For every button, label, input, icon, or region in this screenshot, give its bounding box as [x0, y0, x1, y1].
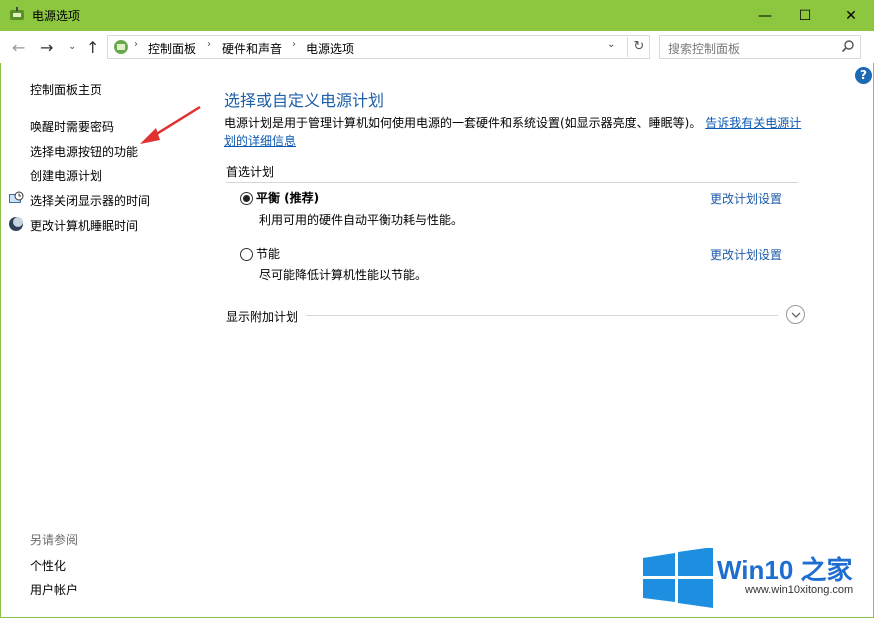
- control-panel-icon: [114, 40, 128, 54]
- window-frame: [0, 0, 874, 618]
- forward-button[interactable]: →: [40, 38, 53, 57]
- plan-saver-name[interactable]: 节能: [256, 245, 280, 262]
- see-also-personalization[interactable]: 个性化: [30, 557, 66, 574]
- search-placeholder: 搜索控制面板: [668, 42, 741, 56]
- power-options-icon: [10, 7, 24, 20]
- breadcrumb-chevron-icon: ›: [134, 39, 138, 50]
- page-description: 电源计划是用于管理计算机如何使用电源的一套硬件和系统设置(如显示器亮度、睡眠等)…: [224, 114, 802, 150]
- learn-more-link[interactable]: 告诉我有关电源计: [705, 116, 801, 130]
- sidebar-item-wake-password[interactable]: 唤醒时需要密码: [30, 118, 114, 135]
- up-button[interactable]: ↑: [86, 38, 99, 57]
- moon-icon: [9, 217, 23, 231]
- see-also-user-accounts[interactable]: 用户帐户: [30, 581, 78, 598]
- title-bar[interactable]: 电源选项 — ☐ ✕: [0, 0, 874, 31]
- divider: [226, 182, 798, 183]
- breadcrumb-item[interactable]: 控制面板: [148, 40, 196, 57]
- breadcrumb-chevron-icon: ›: [207, 39, 211, 50]
- sidebar-item-create-plan[interactable]: 创建电源计划: [30, 167, 102, 184]
- plan-balanced-radio[interactable]: [240, 192, 253, 205]
- watermark-brand: Win10 之家: [717, 555, 853, 585]
- plan-balanced-settings-link[interactable]: 更改计划设置: [710, 190, 782, 207]
- see-also-title: 另请参阅: [30, 533, 79, 547]
- sidebar-item-home[interactable]: 控制面板主页: [30, 81, 102, 98]
- plan-saver-settings-link[interactable]: 更改计划设置: [710, 246, 782, 263]
- refresh-button[interactable]: ↻: [627, 37, 650, 57]
- plan-balanced-name[interactable]: 平衡 (推荐): [256, 189, 319, 206]
- search-icon[interactable]: [841, 39, 855, 53]
- divider: [306, 315, 778, 316]
- sidebar-item-sleep-time[interactable]: 更改计算机睡眠时间: [30, 217, 138, 234]
- back-button[interactable]: ←: [12, 38, 25, 57]
- preferred-plans-label: 首选计划: [226, 165, 275, 179]
- address-bar[interactable]: › 控制面板 › 硬件和声音 › 电源选项 ⌄ ↻: [107, 35, 650, 59]
- expand-chevron-button[interactable]: [786, 305, 805, 324]
- maximize-button[interactable]: ☐: [782, 0, 828, 31]
- description-text: 电源计划是用于管理计算机如何使用电源的一套硬件和系统设置(如显示器亮度、睡眠等)…: [224, 116, 702, 130]
- plan-saver-radio[interactable]: [240, 248, 253, 261]
- help-icon[interactable]: ?: [855, 67, 872, 84]
- monitor-clock-icon: [9, 191, 24, 203]
- breadcrumb-item[interactable]: 电源选项: [306, 40, 354, 57]
- recent-locations-icon[interactable]: ⌄: [68, 41, 76, 52]
- page-title: 选择或自定义电源计划: [224, 91, 385, 110]
- sidebar-item-power-buttons[interactable]: 选择电源按钮的功能: [30, 143, 138, 160]
- watermark-url: www.win10xitong.com: [745, 584, 854, 596]
- annotation-arrow: [140, 105, 201, 144]
- show-additional-plans-label[interactable]: 显示附加计划: [226, 308, 298, 325]
- breadcrumb-item[interactable]: 硬件和声音: [222, 40, 282, 57]
- plan-saver-description: 尽可能降低计算机性能以节能。: [259, 268, 428, 282]
- close-button[interactable]: ✕: [828, 0, 874, 31]
- sidebar-item-display-off-time[interactable]: 选择关闭显示器的时间: [30, 192, 150, 209]
- breadcrumb-chevron-icon: ›: [292, 39, 296, 50]
- plan-balanced-description: 利用可用的硬件自动平衡功耗与性能。: [259, 213, 464, 227]
- learn-more-link-cont[interactable]: 划的详细信息: [224, 134, 296, 148]
- search-input[interactable]: 搜索控制面板: [659, 35, 861, 59]
- chevron-down-icon: [791, 312, 800, 318]
- address-dropdown-icon[interactable]: ⌄: [607, 39, 615, 50]
- window-title: 电源选项: [32, 9, 81, 23]
